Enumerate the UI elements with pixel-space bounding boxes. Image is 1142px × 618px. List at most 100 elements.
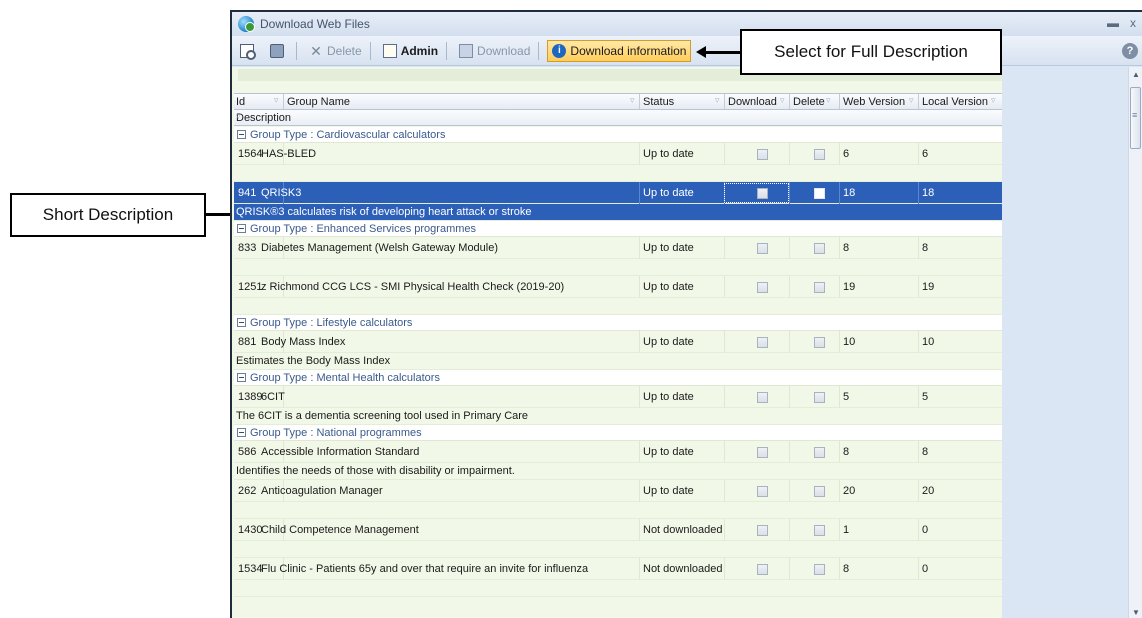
description-row[interactable]: QRISK®3 calculates risk of developing he… [234, 204, 1002, 221]
cell-divider [918, 480, 919, 502]
group-row[interactable]: Group Type : Lifestyle calculators [234, 315, 1002, 331]
table-row[interactable]: 586 Accessible Information Standard Up to … [234, 441, 1002, 463]
cell-divider [789, 441, 790, 463]
cell-local-version: 8 [922, 242, 929, 254]
cell-divider [918, 276, 919, 298]
collapse-group-icon[interactable] [237, 428, 246, 437]
table-row[interactable]: 941 QRISK3 Up to date 18 18 [234, 182, 1002, 204]
filter-icon[interactable]: ▿ [715, 95, 720, 106]
download-checkbox[interactable] [757, 282, 768, 293]
description-row[interactable]: The 6CIT is a dementia screening tool us… [234, 408, 1002, 425]
description-row[interactable] [234, 259, 1002, 276]
description-row[interactable] [234, 580, 1002, 597]
description-row[interactable] [234, 298, 1002, 315]
download-button[interactable]: Download [455, 40, 534, 62]
cell-web-version: 10 [843, 336, 856, 348]
cell-group-name: Flu Clinic - Patients 65y and over that … [261, 563, 589, 575]
delete-checkbox[interactable] [814, 149, 825, 160]
group-row[interactable]: Group Type : Enhanced Services programme… [234, 221, 1002, 237]
delete-checkbox[interactable] [814, 486, 825, 497]
delete-checkbox[interactable] [814, 525, 825, 536]
filter-icon[interactable]: ▿ [630, 95, 635, 106]
download-information-button[interactable]: i Download information [547, 39, 692, 62]
description-row[interactable]: Estimates the Body Mass Index [234, 353, 1002, 370]
scrollbar-thumb[interactable] [1130, 87, 1141, 149]
table-row[interactable]: 833 Diabetes Management (Welsh Gateway Mo… [234, 237, 1002, 259]
scroll-up-arrow[interactable]: ▲ [1132, 70, 1140, 79]
column-header-status[interactable]: Status [643, 96, 674, 108]
group-row[interactable]: Group Type : Mental Health calculators [234, 370, 1002, 386]
collapse-group-icon[interactable] [237, 318, 246, 327]
column-header-download[interactable]: Download [728, 96, 777, 108]
collapse-group-icon[interactable] [237, 373, 246, 382]
cell-group-name: z Richmond CCG LCS - SMI Physical Health… [261, 281, 565, 293]
cell-divider [839, 480, 840, 502]
download-checkbox[interactable] [757, 525, 768, 536]
cell-web-version: 6 [843, 148, 850, 160]
filter-icon[interactable]: ▿ [780, 95, 785, 106]
filter-icon[interactable]: ▿ [826, 95, 831, 106]
column-header-web-version[interactable]: Web Version [843, 96, 905, 108]
full-description-callout-text: Select for Full Description [774, 42, 968, 61]
filter-icon[interactable]: ▿ [991, 95, 996, 106]
close-button[interactable]: x [1126, 16, 1140, 30]
group-row[interactable]: Group Type : Cardiovascular calculators [234, 127, 1002, 143]
download-checkbox[interactable] [757, 486, 768, 497]
download-checkbox[interactable] [757, 447, 768, 458]
column-header-delete[interactable]: Delete [793, 96, 825, 108]
print-button[interactable] [266, 40, 292, 62]
column-header-local-version[interactable]: Local Version [922, 96, 988, 108]
column-header-id[interactable]: Id [236, 96, 245, 108]
cell-status: Up to date [643, 391, 694, 403]
download-checkbox[interactable] [757, 564, 768, 575]
filter-icon[interactable]: ▿ [236, 111, 996, 122]
download-checkbox[interactable] [757, 188, 768, 199]
filter-icon[interactable]: ▿ [909, 95, 914, 106]
delete-checkbox[interactable] [814, 188, 825, 199]
table-row[interactable]: 1564 HAS-BLED Up to date 6 6 [234, 143, 1002, 165]
help-icon[interactable]: ? [1122, 43, 1138, 59]
table-row[interactable]: 1430 Child Competence Management Not downl… [234, 519, 1002, 541]
download-checkbox[interactable] [757, 337, 768, 348]
table-row[interactable]: 1389 6CIT Up to date 5 5 [234, 386, 1002, 408]
delete-checkbox[interactable] [814, 447, 825, 458]
cell-id: 941 [238, 187, 257, 199]
download-checkbox[interactable] [757, 392, 768, 403]
description-row[interactable] [234, 502, 1002, 519]
group-row[interactable]: Group Type : National programmes [234, 425, 1002, 441]
admin-button[interactable]: Admin [379, 40, 442, 62]
delete-checkbox[interactable] [814, 243, 825, 254]
cell-divider [639, 558, 640, 580]
table-row[interactable]: 1251 z Richmond CCG LCS - SMI Physical He… [234, 276, 1002, 298]
cell-divider [639, 331, 640, 353]
delete-checkbox[interactable] [814, 337, 825, 348]
minimize-button[interactable]: ▬ [1106, 16, 1120, 30]
description-row[interactable] [234, 541, 1002, 558]
delete-checkbox[interactable] [814, 282, 825, 293]
delete-button[interactable]: ✕ Delete [305, 40, 366, 62]
full-description-arrow [704, 51, 740, 54]
cell-divider [789, 331, 790, 353]
vertical-scrollbar[interactable]: ▲ ▼ [1128, 67, 1142, 618]
description-row[interactable]: Identifies the needs of those with disab… [234, 463, 1002, 480]
cell-local-version: 19 [922, 281, 935, 293]
download-checkbox[interactable] [757, 243, 768, 254]
collapse-group-icon[interactable] [237, 130, 246, 139]
description-row[interactable] [234, 165, 1002, 182]
cell-description: Identifies the needs of those with disab… [236, 465, 515, 477]
table-row[interactable]: 881 Body Mass Index Up to date 10 10 [234, 331, 1002, 353]
column-header-group-name[interactable]: Group Name [287, 96, 350, 108]
cell-web-version: 8 [843, 242, 850, 254]
print-preview-button[interactable] [236, 40, 262, 62]
scroll-down-arrow[interactable]: ▼ [1132, 608, 1140, 617]
download-checkbox[interactable] [757, 149, 768, 160]
cell-divider [789, 237, 790, 259]
cell-status: Up to date [643, 242, 694, 254]
table-row[interactable]: 1534 Flu Clinic - Patients 65y and over t… [234, 558, 1002, 580]
delete-checkbox[interactable] [814, 564, 825, 575]
cell-divider [839, 182, 840, 204]
table-row[interactable]: 262 Anticoagulation Manager Up to date 20 20 [234, 480, 1002, 502]
collapse-group-icon[interactable] [237, 224, 246, 233]
delete-checkbox[interactable] [814, 392, 825, 403]
filter-icon[interactable]: ▿ [274, 95, 279, 106]
